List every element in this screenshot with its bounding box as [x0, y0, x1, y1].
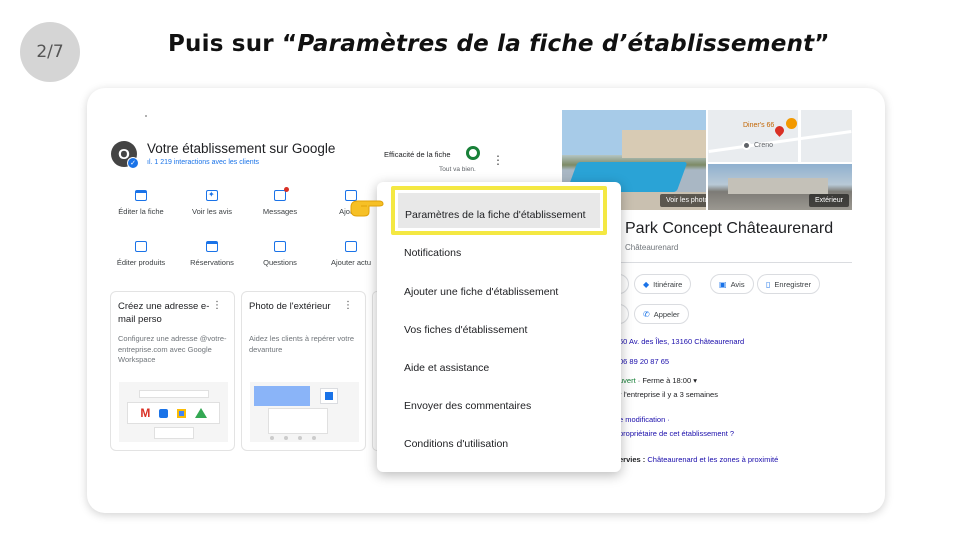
chip-label: Appeler: [653, 309, 680, 319]
call-chip[interactable]: ✆ Appeler: [634, 304, 689, 324]
action-label: Questions: [263, 258, 297, 267]
menu-item-terms[interactable]: Conditions d'utilisation: [404, 438, 508, 450]
message-icon: [273, 187, 289, 203]
shopping-bag-icon: [134, 241, 148, 254]
slide-title: Puis sur “Paramètres de la fiche d’établ…: [168, 31, 830, 57]
menu-item-add-listing[interactable]: Ajouter une fiche d'établissement: [404, 286, 558, 298]
highlighted-menu-label[interactable]: Paramètres de la fiche d'établissement: [405, 209, 586, 221]
interactions-stat[interactable]: ıl. 1 219 interactions avec les clients: [147, 159, 259, 166]
action-label: Voir les avis: [191, 207, 233, 216]
step-badge: 2/7: [20, 22, 80, 82]
action-bookings[interactable]: Réservations: [176, 241, 248, 267]
calendar-app-icon: [176, 408, 186, 418]
map-place-1: Diner's 66: [743, 122, 775, 129]
place-city: Châteaurenard: [625, 243, 679, 252]
tile-exterior-photo[interactable]: Photo de l'extérieur ⋮ Aidez les clients…: [241, 291, 366, 451]
tile-more-icon[interactable]: ⋮: [343, 300, 353, 311]
gmail-icon: M: [140, 406, 151, 420]
menu-item-notifications[interactable]: Notifications: [404, 247, 461, 259]
served-label: ervies :: [619, 455, 648, 464]
title-suffix: ”: [814, 31, 830, 57]
verified-check-icon: ✓: [127, 157, 139, 169]
drive-icon: [194, 408, 207, 418]
phone-icon: ✆: [643, 309, 650, 319]
action-label: Éditer produits: [116, 258, 166, 267]
review-icon: ▣: [719, 279, 727, 289]
action-read-reviews[interactable]: ✦ Voir les avis: [176, 190, 248, 216]
action-edit-products[interactable]: Éditer produits: [105, 241, 177, 267]
open-status: uvert: [619, 376, 636, 385]
tile-description: Aidez les clients à repérer votre devant…: [249, 334, 355, 354]
action-questions[interactable]: Questions: [244, 241, 316, 267]
suggest-edit-link[interactable]: e modification ·: [619, 415, 670, 424]
action-label: Éditer la fiche: [118, 207, 164, 216]
slide: 2/7 Puis sur “Paramètres de la fiche d’é…: [0, 0, 960, 540]
see-photos-label[interactable]: Voir les photos: [660, 194, 706, 207]
chip-label: Avis: [730, 279, 745, 289]
decorative-dot: [145, 115, 147, 117]
tile-title: Créez une adresse e-mail perso: [118, 301, 210, 325]
location-pin-icon: [773, 124, 786, 137]
tile-description: Configurez une adresse @votre-entreprise…: [118, 334, 227, 364]
meet-icon: [159, 408, 169, 418]
add-post-icon: [344, 241, 358, 254]
menu-item-my-listings[interactable]: Vos fiches d'établissement: [404, 324, 527, 336]
action-label: Réservations: [190, 258, 234, 267]
place-pin-icon: [742, 141, 751, 150]
served-areas-line: ervies : Châteaurenard et les zones à pr…: [619, 455, 778, 464]
reviews-chip[interactable]: ▣ Avis: [710, 274, 754, 294]
directions-chip[interactable]: ◆ Itinéraire: [634, 274, 692, 294]
update-line: r l'entreprise il y a 3 semaines: [619, 390, 718, 399]
efficacite-status: Tout va bien.: [439, 166, 476, 173]
restaurant-pin-icon: [786, 118, 797, 129]
question-icon: [273, 241, 287, 254]
title-emphasis: Paramètres de la fiche d’établissement: [297, 31, 815, 57]
title-prefix: Puis sur “: [168, 31, 298, 57]
save-chip[interactable]: ▯ Enregistrer: [757, 274, 821, 294]
tile-title: Photo de l'extérieur: [249, 301, 331, 312]
hours-text: · Ferme à 18:00 ▾: [635, 376, 697, 385]
served-value: Châteaurenard et les zones à proximité: [647, 455, 779, 464]
place-title: Park Concept Châteaurenard: [625, 220, 834, 237]
phone-line[interactable]: 06 89 20 87 65: [619, 357, 669, 366]
menu-item-feedback[interactable]: Envoyer des commentaires: [404, 400, 531, 412]
bookmark-icon: ▯: [766, 279, 771, 289]
storefront-icon: [134, 190, 148, 203]
chip-label: Enregistrer: [774, 279, 812, 289]
action-label: Messages: [262, 207, 298, 216]
owner-link[interactable]: propriétaire de cet établissement ?: [619, 429, 734, 438]
menu-item-help[interactable]: Aide et assistance: [404, 362, 489, 374]
efficacite-ring-icon: [466, 146, 480, 160]
map-thumbnail[interactable]: Diner's 66 Creno: [708, 110, 852, 162]
exterior-photo[interactable]: Extérieur: [708, 164, 852, 210]
directions-icon: ◆: [643, 279, 650, 289]
pointing-hand-icon: [350, 200, 384, 217]
business-panel-title: Votre établissement sur Google: [147, 141, 336, 156]
action-edit-profile[interactable]: Éditer la fiche: [105, 190, 177, 216]
star-review-icon: ✦: [205, 190, 219, 203]
tile-more-icon[interactable]: ⋮: [212, 300, 222, 311]
screenshot-card: O ✓ Votre établissement sur Google ıl. 1…: [87, 88, 885, 513]
more-options-icon[interactable]: ⋮: [492, 154, 504, 166]
hours-line[interactable]: uvert · Ferme à 18:00 ▾: [619, 376, 697, 385]
tile-workspace-email[interactable]: Créez une adresse e-mail perso ⋮ Configu…: [110, 291, 235, 451]
exterior-label[interactable]: Extérieur: [808, 194, 849, 207]
address-line[interactable]: 60 Av. des Îles, 13160 Châteaurenard: [619, 337, 744, 346]
storefront-illustration: [250, 382, 359, 442]
workspace-illustration: M: [119, 382, 228, 442]
action-messages[interactable]: Messages: [244, 187, 316, 216]
calendar-icon: [205, 241, 219, 254]
chip-label: Itinéraire: [653, 279, 683, 289]
map-place-2: Creno: [754, 142, 774, 149]
efficacite-label: Efficacité de la fiche: [384, 150, 451, 159]
